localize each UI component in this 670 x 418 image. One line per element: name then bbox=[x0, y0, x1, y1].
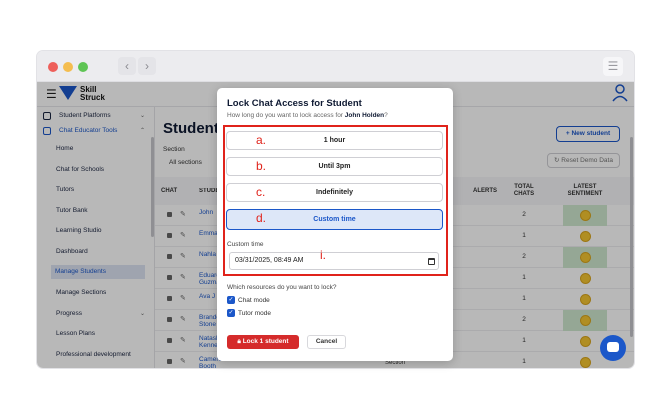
lock-button-label: Lock 1 student bbox=[242, 338, 289, 345]
annotation-letter-i: i. bbox=[320, 248, 326, 262]
lock-student-button[interactable]: 🔒︎ Lock 1 student bbox=[227, 335, 299, 349]
back-arrow-icon[interactable]: ‹ bbox=[118, 57, 136, 75]
custom-time-label: Custom time bbox=[227, 241, 264, 248]
minimize-window-button[interactable] bbox=[63, 62, 73, 72]
checkmark-icon: ✓ bbox=[227, 296, 235, 304]
checkbox-label: Tutor mode bbox=[238, 310, 271, 317]
modal-title: Lock Chat Access for Student bbox=[227, 98, 362, 109]
cancel-button[interactable]: Cancel bbox=[307, 335, 346, 349]
option-label: Indefinitely bbox=[316, 189, 353, 196]
student-name: John Holden bbox=[344, 112, 385, 119]
calendar-icon[interactable] bbox=[428, 258, 435, 265]
chat-bubble-icon bbox=[607, 342, 619, 352]
modal-subtitle: How long do you want to lock access for … bbox=[227, 112, 388, 119]
annotation-letter-c: c. bbox=[256, 185, 266, 199]
maximize-window-button[interactable] bbox=[78, 62, 88, 72]
annotation-letter-b: b. bbox=[256, 159, 267, 173]
subtitle-prefix: How long do you want to lock access for bbox=[227, 112, 345, 119]
resources-question: Which resources do you want to lock? bbox=[227, 284, 337, 291]
close-window-button[interactable] bbox=[48, 62, 58, 72]
forward-arrow-icon[interactable]: › bbox=[138, 57, 156, 75]
lock-chat-access-modal: Lock Chat Access for Student How long do… bbox=[217, 88, 453, 361]
window-titlebar: ‹ › ☰ bbox=[37, 51, 634, 82]
subtitle-suffix: ? bbox=[384, 112, 388, 119]
annotation-letter-a: a. bbox=[256, 133, 267, 147]
option-label: 1 hour bbox=[323, 137, 346, 144]
option-label: Custom time bbox=[313, 216, 356, 223]
checkmark-icon: ✓ bbox=[227, 309, 235, 317]
custom-time-input[interactable]: 03/31/2025, 08:49 AM bbox=[229, 252, 439, 270]
checkbox-label: Chat mode bbox=[238, 297, 270, 304]
browser-menu-icon[interactable]: ☰ bbox=[603, 57, 623, 76]
option-label: Until 3pm bbox=[318, 163, 351, 170]
annotation-letter-d: d. bbox=[256, 211, 267, 225]
chat-support-button[interactable] bbox=[600, 335, 626, 361]
